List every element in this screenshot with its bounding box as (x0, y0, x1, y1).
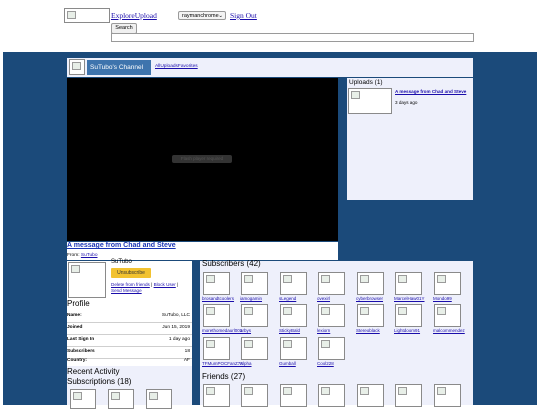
owner-actions: Delete from friends | Block User | Send … (111, 282, 179, 293)
friend-thumbnail[interactable] (241, 384, 268, 407)
subscription-thumbnail[interactable] (108, 389, 134, 409)
owner-avatar[interactable] (68, 262, 106, 298)
from-label: From: (67, 253, 80, 258)
profile-heading: Profile (67, 299, 90, 308)
subscription-thumbnail[interactable] (146, 389, 172, 409)
profile-value: AF (183, 358, 190, 363)
video-from: From: SuTubo (67, 253, 98, 258)
subscriber-thumbnail[interactable] (395, 272, 422, 295)
subscriber-thumbnail[interactable] (357, 272, 384, 295)
subscriber-thumbnail[interactable] (318, 337, 345, 360)
search-input[interactable] (111, 33, 474, 42)
subscriptions-heading: Subscriptions (18) (67, 377, 132, 386)
subscriber-thumbnail[interactable] (241, 337, 268, 360)
profile-value: 18 (184, 349, 190, 354)
subscriber-name-link[interactable]: sLegend (279, 296, 296, 301)
subscriber-name-link[interactable]: StickyBald (279, 328, 300, 333)
chevron-down-icon: ⌄ (218, 13, 223, 19)
profile-key: Joined (67, 325, 83, 330)
friend-thumbnail[interactable] (395, 384, 422, 407)
video-title-link[interactable]: A message from Chad and Steve (67, 242, 176, 249)
site-logo[interactable] (64, 8, 110, 23)
user-select[interactable]: raymanchrome ⌄ (178, 11, 226, 20)
block-user-link[interactable]: Block User (154, 282, 176, 287)
friend-thumbnail[interactable] (434, 384, 461, 407)
subscriber-thumbnail[interactable] (434, 304, 461, 327)
friend-thumbnail[interactable] (280, 384, 307, 407)
upload-title-link[interactable]: A message from Chad and Steve (395, 89, 467, 94)
subscriber-name-link[interactable]: TFMumPOCFanZ78 (202, 361, 243, 366)
explore-upload-link[interactable]: ExploreUpload (111, 11, 157, 20)
subscriber-thumbnail[interactable] (395, 304, 422, 327)
friend-thumbnail[interactable] (203, 384, 230, 407)
uploads-heading: Uploads (1) (349, 79, 383, 86)
subscriber-thumbnail[interactable] (280, 337, 307, 360)
subscriber-name-link[interactable]: Alpha (240, 361, 252, 366)
subscriber-thumbnail[interactable] (357, 304, 384, 327)
subscriber-name-link[interactable]: cyberbrowser (356, 296, 383, 301)
from-user-link[interactable]: SuTubo (81, 253, 98, 258)
profile-key: Country: (67, 358, 87, 363)
upload-age: 3 days ago (395, 100, 418, 105)
subscriber-thumbnail[interactable] (318, 304, 345, 327)
subscribers-heading: Subscribers (42) (202, 259, 261, 268)
subscriber-name-link[interactable]: lexiorn (317, 328, 330, 333)
subscriber-name-link[interactable]: Mondo99 (433, 296, 452, 301)
subscription-thumbnail[interactable] (70, 389, 96, 409)
delete-friends-link[interactable]: Delete from friends (111, 282, 150, 287)
subscriber-name-link[interactable]: iamogamin (240, 296, 262, 301)
subscriber-thumbnail[interactable] (280, 272, 307, 295)
friend-thumbnail[interactable] (318, 384, 345, 407)
subscriber-name-link[interactable]: Stereoblack (356, 328, 380, 333)
profile-key: Last Sign In (67, 337, 95, 342)
subscriber-thumbnail[interactable] (280, 304, 307, 327)
upload-thumbnail[interactable] (348, 88, 392, 114)
recent-activity-heading: Recent Activity (67, 367, 120, 376)
subscriber-name-link[interactable]: malcommendez (433, 328, 465, 333)
subscriber-thumbnail[interactable] (241, 304, 268, 327)
profile-key: Subscribers (67, 349, 95, 354)
subscriber-name-link[interactable]: Lightdoom91 (394, 328, 420, 333)
subscriber-thumbnail[interactable] (203, 304, 230, 327)
subscriber-name-link[interactable]: Cool228 (317, 361, 334, 366)
profile-value: 1 day ago (168, 337, 190, 342)
subscriber-name-link[interactable]: arbys (240, 328, 251, 333)
subscriber-thumbnail[interactable] (241, 272, 268, 295)
subscriber-thumbnail[interactable] (203, 272, 230, 295)
friends-heading: Friends (27) (202, 372, 246, 381)
channel-tabs[interactable]: AllUploadsFavorites (155, 64, 198, 69)
send-message-link[interactable]: Send Message (111, 288, 142, 293)
subscriber-name-link[interactable]: ovexirl (317, 296, 330, 301)
subscriber-name-link[interactable]: MarcelHaw01Y (394, 296, 425, 301)
user-select-value: raymanchrome (182, 13, 219, 19)
unsubscribe-button[interactable]: Unsubscribe (111, 268, 151, 278)
sign-out-link[interactable]: Sign Out (230, 11, 257, 20)
subscriber-name-link[interactable]: morethomedaurl001 (202, 328, 242, 333)
profile-value: Jun 15, 2019 (162, 325, 190, 330)
channel-title: SuTubo's Channel (87, 60, 151, 75)
subscriber-thumbnail[interactable] (318, 272, 345, 295)
subscriber-thumbnail[interactable] (203, 337, 230, 360)
subscriber-name-link[interactable]: Gumball (279, 361, 296, 366)
channel-avatar[interactable] (69, 59, 85, 75)
player-error-message: Flash player required (172, 155, 232, 163)
friend-thumbnail[interactable] (357, 384, 384, 407)
profile-key: Name: (67, 313, 82, 318)
subscriber-thumbnail[interactable] (434, 272, 461, 295)
owner-name: SuTubo (111, 259, 132, 265)
subscriber-name-link[interactable]: brosandtcoolers (202, 296, 234, 301)
profile-value: SuTubo, LLC (161, 313, 190, 318)
